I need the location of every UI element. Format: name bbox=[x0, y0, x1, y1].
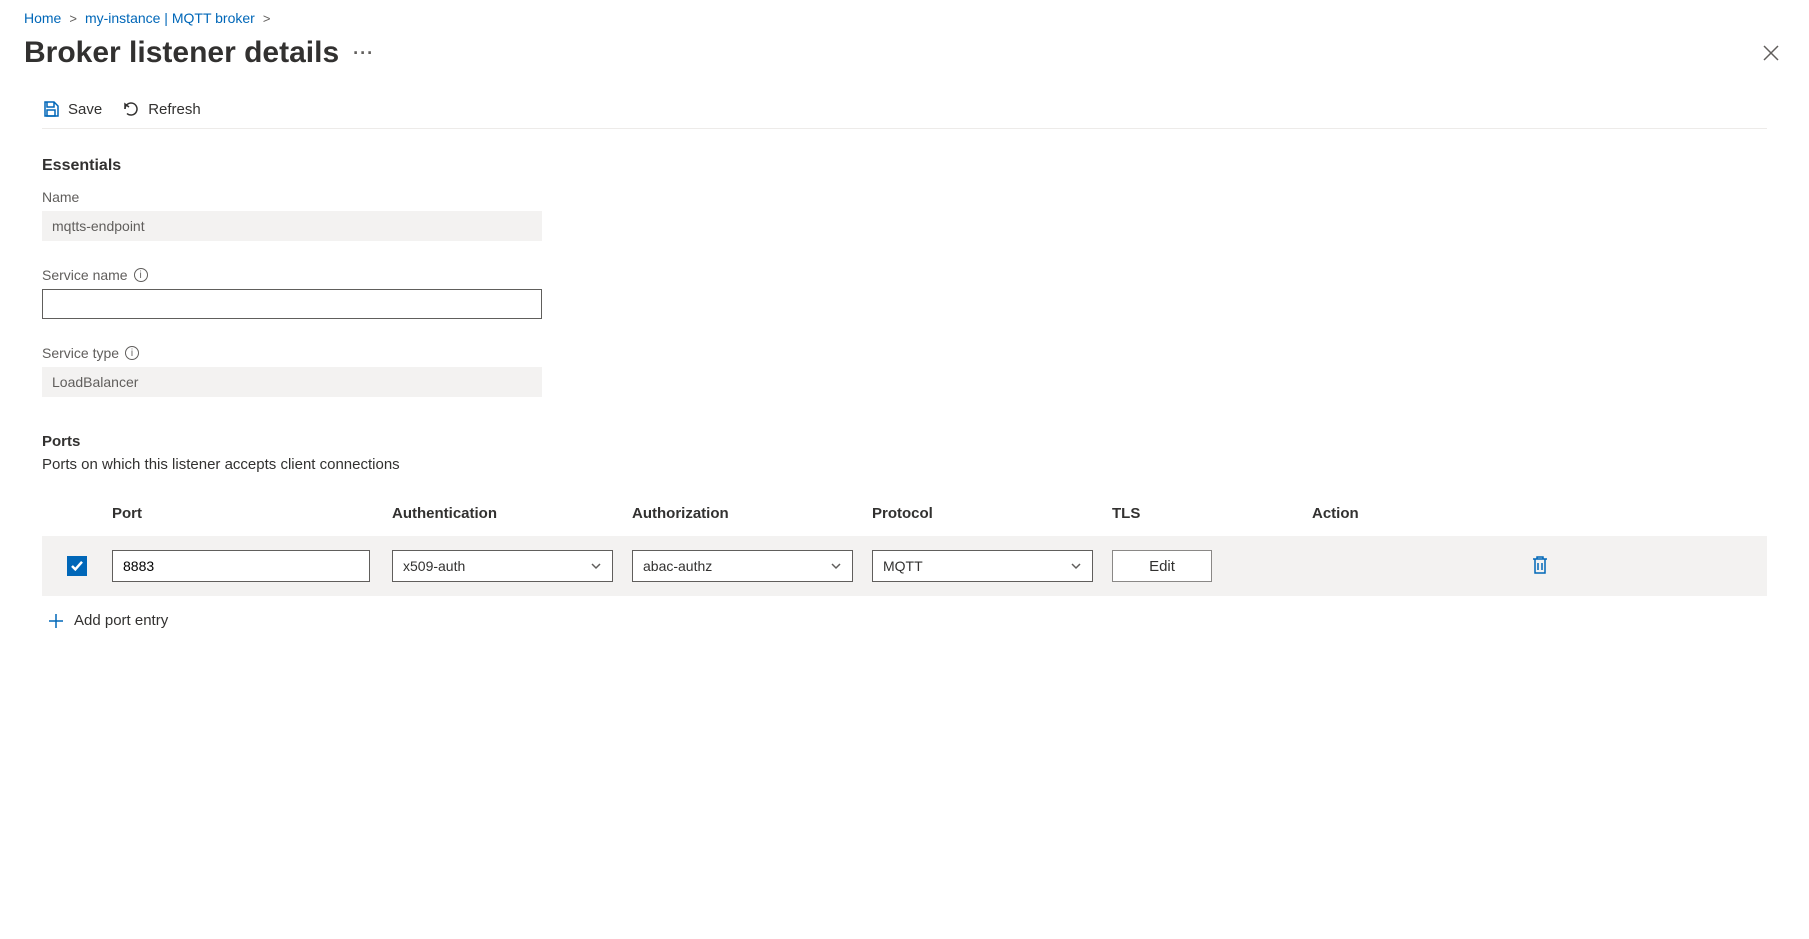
service-name-field: Service name i bbox=[42, 267, 1767, 319]
ports-table: Port Authentication Authorization Protoc… bbox=[42, 495, 1767, 596]
save-label: Save bbox=[68, 101, 102, 118]
add-port-entry-button[interactable]: Add port entry bbox=[42, 596, 1767, 645]
add-port-entry-label: Add port entry bbox=[74, 612, 168, 629]
breadcrumb-home[interactable]: Home bbox=[24, 10, 61, 26]
row-checkbox[interactable] bbox=[67, 556, 87, 576]
col-authn: Authentication bbox=[392, 505, 632, 522]
authorization-value: abac-authz bbox=[643, 558, 712, 574]
ports-header: Port Authentication Authorization Protoc… bbox=[42, 495, 1767, 536]
protocol-select[interactable]: MQTT bbox=[872, 550, 1093, 582]
service-name-label-text: Service name bbox=[42, 267, 128, 283]
chevron-down-icon bbox=[830, 560, 842, 572]
authentication-value: x509-auth bbox=[403, 558, 465, 574]
chevron-down-icon bbox=[1070, 560, 1082, 572]
breadcrumb-separator: > bbox=[69, 11, 77, 26]
authentication-select[interactable]: x509-auth bbox=[392, 550, 613, 582]
breadcrumb: Home > my-instance | MQTT broker > bbox=[0, 0, 1809, 26]
tls-edit-button[interactable]: Edit bbox=[1112, 550, 1212, 582]
delete-row-button[interactable] bbox=[1531, 555, 1549, 578]
content: Essentials Name Service name i Service t… bbox=[0, 129, 1809, 673]
ports-description: Ports on which this listener accepts cli… bbox=[42, 456, 1767, 473]
table-row: x509-auth abac-authz MQTT bbox=[42, 536, 1767, 596]
protocol-value: MQTT bbox=[883, 558, 923, 574]
name-label: Name bbox=[42, 189, 1767, 205]
essentials-heading: Essentials bbox=[42, 157, 1767, 175]
trash-icon bbox=[1531, 555, 1549, 575]
col-port: Port bbox=[112, 505, 392, 522]
service-type-label-text: Service type bbox=[42, 345, 119, 361]
authorization-select[interactable]: abac-authz bbox=[632, 550, 853, 582]
ports-heading: Ports bbox=[42, 433, 1767, 450]
title-row: Broker listener details ··· bbox=[0, 26, 1809, 90]
page-title-text: Broker listener details bbox=[24, 36, 339, 70]
name-field: Name bbox=[42, 189, 1767, 241]
plus-icon bbox=[48, 613, 64, 629]
col-action: Action bbox=[1312, 505, 1767, 522]
save-icon bbox=[42, 100, 60, 118]
toolbar: Save Refresh bbox=[42, 90, 1767, 129]
info-icon[interactable]: i bbox=[125, 346, 139, 360]
service-type-label: Service type i bbox=[42, 345, 1767, 361]
close-icon bbox=[1763, 45, 1779, 61]
service-name-label: Service name i bbox=[42, 267, 1767, 283]
col-protocol: Protocol bbox=[872, 505, 1112, 522]
info-icon[interactable]: i bbox=[134, 268, 148, 282]
ports-section: Ports Ports on which this listener accep… bbox=[42, 433, 1767, 645]
tls-edit-label: Edit bbox=[1149, 558, 1175, 575]
save-button[interactable]: Save bbox=[42, 100, 102, 118]
service-type-field: Service type i bbox=[42, 345, 1767, 397]
service-name-input[interactable] bbox=[42, 289, 542, 319]
col-tls: TLS bbox=[1112, 505, 1312, 522]
chevron-down-icon bbox=[590, 560, 602, 572]
refresh-label: Refresh bbox=[148, 101, 201, 118]
more-icon[interactable]: ··· bbox=[353, 43, 374, 64]
breadcrumb-separator: > bbox=[263, 11, 271, 26]
breadcrumb-instance[interactable]: my-instance | MQTT broker bbox=[85, 10, 255, 26]
refresh-icon bbox=[122, 100, 140, 118]
check-icon bbox=[71, 561, 83, 571]
col-authz: Authorization bbox=[632, 505, 872, 522]
close-button[interactable] bbox=[1757, 39, 1785, 67]
page-title: Broker listener details ··· bbox=[24, 36, 374, 70]
service-type-input bbox=[42, 367, 542, 397]
port-input[interactable] bbox=[112, 550, 370, 582]
refresh-button[interactable]: Refresh bbox=[122, 100, 201, 118]
name-input bbox=[42, 211, 542, 241]
